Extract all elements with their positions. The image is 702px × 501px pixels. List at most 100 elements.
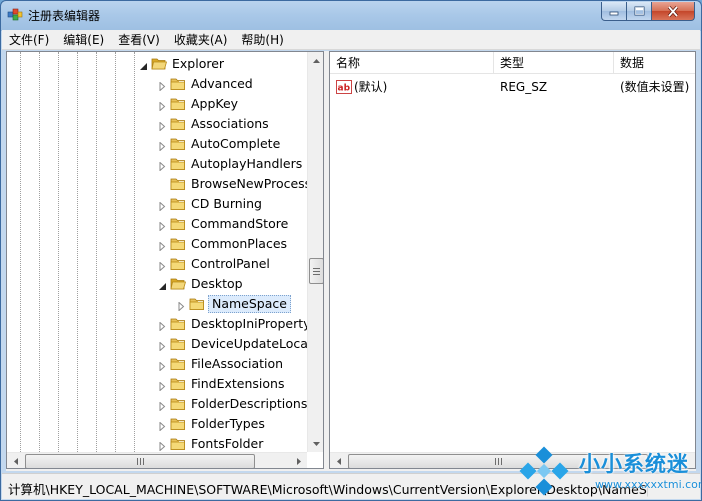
menu-file[interactable]: 文件(F) bbox=[2, 30, 56, 50]
tree-item-label: DesktopIniPropertyM bbox=[191, 316, 322, 331]
folder-icon bbox=[170, 256, 186, 272]
title-bar[interactable]: 注册表编辑器 bbox=[1, 1, 701, 29]
tree-item[interactable]: DesktopIniPropertyM bbox=[7, 314, 321, 334]
scroll-left-arrow-icon[interactable] bbox=[330, 453, 347, 468]
registry-editor-window: 注册表编辑器 文件(F) 编辑(E) 查看(V) 收藏夹(A) 帮助(H) Ex… bbox=[0, 0, 702, 501]
menu-edit[interactable]: 编辑(E) bbox=[56, 30, 111, 50]
collapsed-arrow-icon[interactable] bbox=[158, 320, 167, 332]
tree-item[interactable]: FileAssociation bbox=[7, 354, 307, 374]
tree-item[interactable]: CD Burning bbox=[7, 194, 307, 214]
folder-icon bbox=[170, 156, 186, 172]
value-name: (默认) bbox=[354, 80, 388, 94]
tree-item-label: BrowseNewProcess bbox=[191, 176, 312, 191]
scroll-left-arrow-icon[interactable] bbox=[7, 453, 24, 468]
folder-icon bbox=[170, 216, 186, 232]
tree-item-label: FileAssociation bbox=[191, 356, 284, 371]
tree-item-label: CommonPlaces bbox=[191, 236, 288, 251]
scroll-down-arrow-icon[interactable] bbox=[308, 435, 323, 452]
collapsed-arrow-icon[interactable] bbox=[158, 420, 167, 432]
tree-item[interactable]: Advanced bbox=[7, 74, 307, 94]
value-data: (数值未设置) bbox=[620, 80, 690, 94]
tree-item-label: AutoComplete bbox=[191, 136, 281, 151]
column-header-data[interactable]: 数据 bbox=[614, 52, 695, 74]
svg-text:ab: ab bbox=[338, 84, 351, 94]
tree-item[interactable]: DeviceUpdateLocatic bbox=[7, 334, 323, 354]
expanded-arrow-icon[interactable] bbox=[139, 60, 148, 70]
tree-item[interactable]: ControlPanel bbox=[7, 254, 307, 274]
list-item[interactable]: ab (默认) REG_SZ (数值未设置) bbox=[330, 77, 695, 97]
collapsed-arrow-icon[interactable] bbox=[158, 260, 167, 272]
folder-icon bbox=[170, 76, 186, 92]
close-icon bbox=[667, 5, 679, 17]
collapsed-arrow-icon[interactable] bbox=[158, 140, 167, 152]
expanded-arrow-icon[interactable] bbox=[158, 280, 167, 290]
collapsed-arrow-icon[interactable] bbox=[158, 440, 167, 452]
folder-icon bbox=[170, 96, 186, 112]
scroll-up-arrow-icon[interactable] bbox=[308, 52, 323, 69]
folder-icon bbox=[170, 236, 186, 252]
tree-item-label: FindExtensions bbox=[191, 376, 285, 391]
folder-icon bbox=[189, 296, 205, 312]
tree-item[interactable]: Explorer bbox=[7, 54, 307, 74]
scroll-right-arrow-icon[interactable] bbox=[290, 453, 307, 468]
minimize-button[interactable] bbox=[601, 2, 627, 21]
collapsed-arrow-icon[interactable] bbox=[158, 380, 167, 392]
collapsed-arrow-icon[interactable] bbox=[158, 240, 167, 252]
collapsed-arrow-icon[interactable] bbox=[158, 200, 167, 212]
folder-icon bbox=[170, 396, 186, 412]
tree-item[interactable]: FindExtensions bbox=[7, 374, 307, 394]
collapsed-arrow-icon[interactable] bbox=[177, 300, 186, 312]
tree-item-label: AutoplayHandlers bbox=[191, 156, 303, 171]
tree-horizontal-scroll-thumb[interactable] bbox=[25, 454, 255, 468]
values-list-pane[interactable]: 名称 类型 数据 ab (默认) REG_SZ (数值未设置) bbox=[329, 51, 696, 469]
tree-item-label-selected: NameSpace bbox=[208, 295, 291, 313]
tree-vertical-scroll-thumb[interactable] bbox=[309, 258, 323, 284]
watermark-logo: 小小系统迷 www.xxxxxxtmi.com bbox=[509, 442, 701, 500]
column-header-type[interactable]: 类型 bbox=[494, 52, 614, 74]
collapsed-arrow-icon[interactable] bbox=[158, 80, 167, 92]
tree-item-label: Associations bbox=[191, 116, 269, 131]
folder-icon bbox=[170, 356, 186, 372]
tree-item-label: Desktop bbox=[191, 276, 243, 291]
collapsed-arrow-icon[interactable] bbox=[158, 160, 167, 172]
tree-item[interactable]: AutoComplete bbox=[7, 134, 307, 154]
tree-item[interactable]: FolderTypes bbox=[7, 414, 307, 434]
collapsed-arrow-icon[interactable] bbox=[158, 100, 167, 112]
close-button[interactable] bbox=[652, 2, 695, 21]
minimize-icon bbox=[609, 11, 619, 16]
tree-item[interactable]: AutoplayHandlers bbox=[7, 154, 307, 174]
folder-icon bbox=[170, 116, 186, 132]
tree-item[interactable]: FolderDescriptions bbox=[7, 394, 307, 414]
tree-item-label: DeviceUpdateLocatic bbox=[191, 336, 324, 351]
key-tree-pane[interactable]: Explorer Advanced AppKey Associations AutoCo… bbox=[6, 51, 324, 469]
tree-item[interactable]: AppKey bbox=[7, 94, 307, 114]
regedit-app-icon[interactable] bbox=[7, 6, 23, 22]
tree-item-label: CommandStore bbox=[191, 216, 289, 231]
menu-help[interactable]: 帮助(H) bbox=[234, 30, 290, 50]
maximize-button[interactable] bbox=[627, 2, 652, 21]
tree-item[interactable]: FontsFolder bbox=[7, 434, 307, 454]
tree-vertical-scrollbar[interactable] bbox=[307, 52, 323, 452]
folder-icon bbox=[170, 196, 186, 212]
collapsed-arrow-icon[interactable] bbox=[158, 340, 167, 352]
column-header-name[interactable]: 名称 bbox=[330, 52, 494, 74]
tree-item[interactable]: BrowseNewProcess bbox=[7, 174, 311, 194]
folder-icon bbox=[151, 56, 168, 72]
folder-icon bbox=[170, 376, 186, 392]
menu-favorites[interactable]: 收藏夹(A) bbox=[167, 30, 235, 50]
tree-item[interactable]: Desktop bbox=[7, 274, 307, 294]
tree-item[interactable]: CommandStore bbox=[7, 214, 307, 234]
collapsed-arrow-icon[interactable] bbox=[158, 220, 167, 232]
collapsed-arrow-icon[interactable] bbox=[158, 400, 167, 412]
value-type: REG_SZ bbox=[500, 80, 548, 94]
tree-item[interactable]: NameSpace bbox=[7, 294, 307, 314]
tree-item-label: FontsFolder bbox=[191, 436, 264, 451]
watermark-url: www.xxxxxxtmi.com bbox=[595, 478, 702, 491]
tree-item[interactable]: CommonPlaces bbox=[7, 234, 307, 254]
collapsed-arrow-icon[interactable] bbox=[158, 360, 167, 372]
tree-horizontal-scrollbar[interactable] bbox=[7, 452, 307, 468]
collapsed-arrow-icon[interactable] bbox=[158, 120, 167, 132]
folder-icon bbox=[170, 316, 186, 332]
menu-view[interactable]: 查看(V) bbox=[111, 30, 167, 50]
tree-item[interactable]: Associations bbox=[7, 114, 307, 134]
